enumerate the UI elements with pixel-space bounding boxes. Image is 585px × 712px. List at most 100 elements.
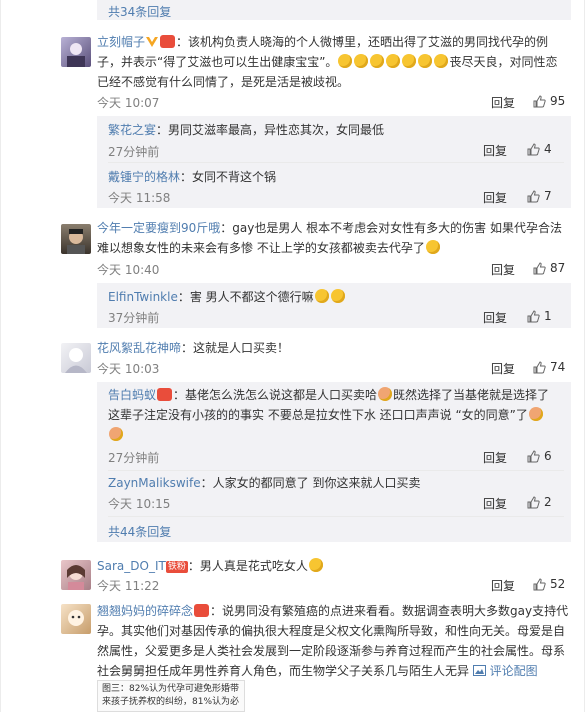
like-button[interactable]: 6 [527,449,552,463]
like-count: 7 [544,189,552,203]
like-count: 52 [550,577,566,591]
laugh-emoji-icon [337,54,449,69]
reply-button[interactable]: 回复 [483,142,507,159]
reply-item: 繁花之宴：男同艾滋率最高，异性恋其次，女同最低 [108,120,384,140]
reply-time: 今天 10:15 [108,497,171,511]
reply-username[interactable]: ZaynMalikswife [108,476,201,490]
member-badge-icon [157,388,173,401]
member-badge-icon [160,35,176,48]
thumb-up-icon [527,189,540,202]
thumb-up-icon [533,577,546,590]
like-count: 1 [544,309,552,323]
reply-time: 27分钟前 [108,451,160,465]
reply-text: ：害 男人不都这个德行嘛 [177,290,314,304]
like-button[interactable]: 87 [533,261,565,275]
vip-v-icon [146,37,159,47]
reply-item: ElfinTwinkle：害 男人不都这个德行嘛 [108,287,346,307]
comment-username[interactable]: 翘翘妈妈的碎碎念 [97,604,193,618]
comment-time: 今天 10:07 [97,96,160,110]
sweat-emoji-icon [425,240,440,254]
comment-username[interactable]: 花风絮乱花神啼 [97,341,181,355]
reply-text: ：女同不背这个锅 [180,170,277,184]
reply-button[interactable]: 回复 [491,360,515,377]
like-button[interactable]: 2 [527,495,552,509]
divider [108,516,564,517]
thumb-up-icon [533,360,546,373]
avatar-image-icon [68,610,84,626]
avatar[interactable] [61,604,91,634]
reply-time: 37分钟前 [108,311,160,325]
like-button[interactable]: 4 [527,142,552,156]
view-image-label: 评论配图 [489,664,538,678]
like-button[interactable]: 95 [533,94,565,108]
comment-time: 今天 10:03 [97,362,160,376]
like-count: 4 [544,142,552,156]
avatar-image-icon [65,348,87,373]
thumb-up-icon [527,495,540,508]
reply-username[interactable]: 告白蚂蚁 [108,388,156,402]
reply-button[interactable]: 回复 [483,309,507,326]
view-more-replies[interactable]: 共44条回复 [108,523,171,540]
reply-text: ：人家女的都同意了 到你这来就人口买卖 [200,476,421,490]
comment-body: 立刻帽子 ：该机构负责人晓海的个人微博里，还晒出得了艾滋的男同找代孕的例子，并表示… [97,32,567,92]
like-button[interactable]: 74 [533,360,565,374]
comment-body: Sara_DO_IT 铁粉 ：男人真是花式吃女人 [97,556,570,576]
thumb-up-icon [533,261,546,274]
reply-button[interactable]: 回复 [483,495,507,512]
image-caption: 图三：82%认为代孕可避免形婚带来孩子抚养权的纠纷，81%认为必 [102,684,240,707]
like-count: 87 [550,261,566,275]
comment-text: ：这就是人口买卖！ [181,341,290,355]
thumb-up-icon [527,449,540,462]
reply-button[interactable]: 回复 [483,189,507,206]
image-icon [472,665,486,676]
member-badge-icon [194,604,210,617]
like-count: 6 [544,449,552,463]
comment-body: 翘翘妈妈的碎碎念 ：说男同没有繁殖癌的点进来看看。数据调查表明大多数gay支持代孕… [97,601,569,681]
smile-emoji-icon [308,558,323,572]
comment-body: 花风絮乱花神啼：这就是人口买卖！ [97,338,570,358]
comment-image-thumbnail[interactable]: 图三：82%认为代孕可避免形婚带来孩子抚养权的纠纷，81%认为必 [97,680,245,712]
divider [108,470,564,471]
comment-feed: 共34条回复 立刻帽子 ：该机构负责人晓海的个人微博里，还晒出得了艾滋的男同找代孕… [0,0,585,712]
comment-username[interactable]: 立刻帽子 [97,35,145,49]
face-emoji-icon [109,427,123,441]
avatar-image-icon [67,229,85,254]
view-more-replies[interactable]: 共34条回复 [108,3,171,20]
divider [108,162,564,163]
comment-body: 今年一定要瘦到90斤哦：gay也是男人 根本不考虑会对女性有多大的伤害 如果代孕… [97,218,567,258]
like-button[interactable]: 52 [533,577,565,591]
thumb-up-icon [527,142,540,155]
reply-button[interactable]: 回复 [491,261,515,278]
face-emoji-icon [528,407,543,421]
thumb-up-icon [527,309,540,322]
reply-item: ZaynMalikswife：人家女的都同意了 到你这来就人口买卖 [108,473,420,493]
reply-button[interactable]: 回复 [491,94,515,111]
fan-badge: 铁粉 [165,561,188,573]
avatar-image-icon [67,565,85,590]
view-image-link[interactable]: 评论配图 [472,664,538,678]
reply-username[interactable]: 戴锺宁的格林 [108,170,180,184]
comment-text: ：男人真是花式吃女人 [187,559,308,573]
thumb-up-icon [533,94,546,107]
avatar-image-icon [67,43,85,67]
reply-button[interactable]: 回复 [483,449,507,466]
avatar[interactable] [61,224,91,254]
like-button[interactable]: 1 [527,309,552,323]
reply-button[interactable]: 回复 [491,577,515,594]
reply-item: 告白蚂蚁 ：基佬怎么洗怎么说这都是人口买卖哈 既然选择了当基佬就是选择了这辈子注定没… [108,385,558,445]
comment-time: 今天 10:40 [97,263,160,277]
reply-time: 27分钟前 [108,145,160,159]
comment-username[interactable]: Sara_DO_IT [97,559,166,573]
like-count: 74 [550,360,566,374]
reply-item: 戴锺宁的格林：女同不背这个锅 [108,167,276,187]
avatar[interactable] [61,560,91,590]
reply-username[interactable]: ElfinTwinkle [108,290,178,304]
like-button[interactable]: 7 [527,189,552,203]
avatar[interactable] [61,343,91,373]
reply-username[interactable]: 繁花之宴 [108,123,156,137]
comment-username[interactable]: 今年一定要瘦到90斤哦 [97,221,220,235]
like-count: 2 [544,495,552,509]
avatar[interactable] [61,37,91,67]
reply-text: ：男同艾滋率最高，异性恋其次，女同最低 [156,123,385,137]
reply-time: 今天 11:58 [108,191,171,205]
